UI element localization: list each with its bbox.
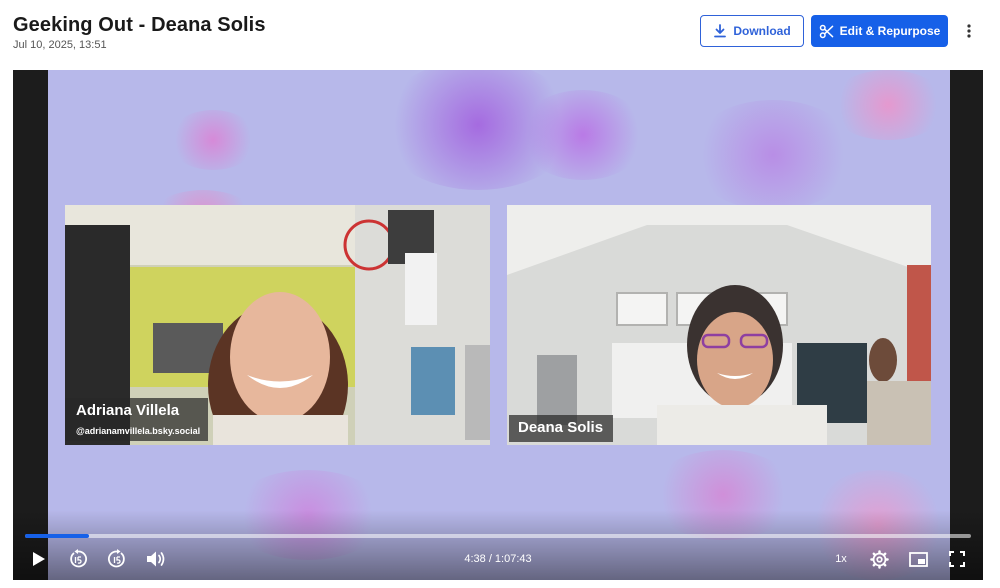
forward-15-button[interactable]: [105, 548, 129, 570]
participant-label-left: Adriana Villela @adrianamvillela.bsky.so…: [65, 398, 209, 441]
paint-splash: [168, 110, 258, 170]
paint-splash: [828, 70, 948, 140]
scissors-icon: [819, 24, 833, 38]
participant-name: Adriana Villela: [76, 402, 180, 419]
edit-repurpose-label: Edit & Repurpose: [839, 24, 941, 38]
download-button-label: Download: [733, 24, 791, 38]
download-icon: [714, 24, 727, 38]
more-options-button[interactable]: [959, 18, 979, 44]
participant-label-right: Deana Solis: [509, 415, 614, 442]
page-title: Geeking Out - Deana Solis: [13, 14, 266, 36]
settings-icon: [869, 549, 889, 569]
rewind-15-button[interactable]: [66, 548, 90, 570]
download-button[interactable]: Download: [700, 15, 804, 47]
progress-fill: [25, 534, 90, 538]
page: Geeking Out - Deana Solis Jul 10, 2025, …: [0, 0, 1000, 588]
progress-bar[interactable]: [25, 534, 971, 538]
paint-splash: [518, 90, 648, 180]
fullscreen-icon: [949, 551, 965, 567]
play-icon: [33, 552, 45, 566]
participant-tile-right: Deana Solis: [507, 205, 931, 445]
play-button[interactable]: [28, 548, 50, 570]
recording-date: Jul 10, 2025, 13:51: [13, 39, 107, 51]
participant-handle: @adrianamvillela.bsky.social: [76, 426, 201, 436]
more-vertical-icon: [967, 24, 971, 38]
fullscreen-button[interactable]: [946, 548, 968, 570]
forward-15-icon: [108, 549, 125, 568]
volume-icon: [147, 551, 165, 567]
participant-video-right: [507, 205, 931, 445]
time-display: 4:38 / 1:07:43: [464, 553, 532, 565]
header: Geeking Out - Deana Solis Jul 10, 2025, …: [0, 0, 1000, 68]
playback-speed-button[interactable]: 1x: [831, 553, 851, 565]
rewind-15-icon: [70, 549, 87, 568]
participant-tile-left: Adriana Villela @adrianamvillela.bsky.so…: [65, 205, 490, 445]
picture-in-picture-button[interactable]: [907, 548, 929, 570]
volume-button[interactable]: [144, 548, 168, 570]
settings-button[interactable]: [868, 548, 890, 570]
picture-in-picture-icon: [908, 551, 928, 567]
edit-repurpose-button[interactable]: Edit & Repurpose: [811, 15, 948, 47]
video-player[interactable]: Adriana Villela @adrianamvillela.bsky.so…: [13, 70, 983, 580]
